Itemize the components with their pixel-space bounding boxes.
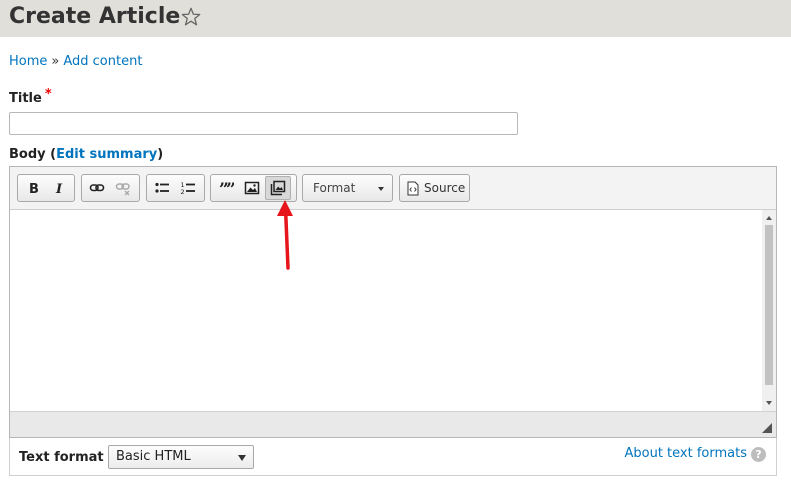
editor-toolbar: B I 1 2 ” Format Source <box>10 167 776 210</box>
blockquote-button[interactable]: ” ” <box>213 176 239 200</box>
editor-scrollbar[interactable] <box>762 210 776 411</box>
edit-summary-link[interactable]: Edit summary <box>56 147 157 162</box>
required-marker: * <box>44 87 52 102</box>
media-embed-icon <box>270 180 286 196</box>
source-button[interactable]: Source <box>399 174 470 202</box>
editor-status-bar <box>10 411 776 437</box>
numbered-list-button[interactable]: 1 2 <box>175 176 201 200</box>
editor-content-area[interactable] <box>10 210 776 411</box>
link-button[interactable] <box>84 176 110 200</box>
breadcrumb-add-content-link[interactable]: Add content <box>63 54 142 69</box>
red-arrow-annotation <box>277 200 293 270</box>
source-button-label: Source <box>424 181 466 195</box>
toolbar-group-media: ” ” <box>210 174 297 202</box>
toolbar-group-lists: 1 2 <box>146 174 205 202</box>
page-title: Create Article <box>9 4 181 29</box>
scroll-up-arrow-icon[interactable] <box>766 216 772 220</box>
blockquote-icon: ” ” <box>219 180 234 196</box>
help-icon[interactable]: ? <box>751 447 766 462</box>
title-label-text: Title <box>9 91 42 106</box>
text-format-select[interactable]: Basic HTML <box>108 445 254 469</box>
toolbar-group-links <box>81 174 140 202</box>
resize-handle-icon[interactable] <box>762 423 772 433</box>
svg-text:B: B <box>29 182 39 195</box>
body-close-paren: ) <box>157 147 164 162</box>
italic-icon: I <box>55 182 63 195</box>
text-format-selected: Basic HTML <box>116 449 191 464</box>
svg-text:I: I <box>55 182 63 195</box>
scroll-down-arrow-icon[interactable] <box>766 401 772 405</box>
title-field-label: Title * <box>9 87 52 106</box>
unlink-icon <box>115 183 130 196</box>
bold-icon: B <box>29 182 39 195</box>
bulleted-list-icon <box>155 182 169 193</box>
text-format-label: Text format <box>19 450 104 465</box>
body-label-text: Body <box>9 147 46 162</box>
source-icon <box>407 181 419 195</box>
link-icon <box>89 184 105 192</box>
page-header: Create Article <box>0 0 791 37</box>
image-icon <box>244 181 260 195</box>
rich-text-editor: B I 1 2 ” Format Source <box>9 166 777 438</box>
toolbar-group-basic: B I <box>17 174 75 202</box>
chevron-down-icon <box>378 187 384 191</box>
bold-button[interactable]: B <box>20 176 46 200</box>
breadcrumb-home-link[interactable]: Home <box>9 54 47 69</box>
svg-text:2: 2 <box>181 188 185 196</box>
bulleted-list-button[interactable] <box>149 176 175 200</box>
breadcrumb: Home » Add content <box>9 54 142 69</box>
title-input[interactable] <box>9 112 518 135</box>
numbered-list-icon: 1 2 <box>181 181 195 196</box>
breadcrumb-separator: » <box>51 54 60 69</box>
scroll-thumb[interactable] <box>765 225 773 385</box>
format-dropdown-label: Format <box>313 181 356 195</box>
media-embed-button[interactable] <box>265 176 291 200</box>
about-text-formats-link[interactable]: About text formats <box>624 446 747 461</box>
italic-button[interactable]: I <box>46 176 72 200</box>
text-format-bar: Text format Basic HTML About text format… <box>9 438 777 476</box>
format-dropdown[interactable]: Format <box>302 174 393 202</box>
star-outline-icon[interactable] <box>180 6 202 28</box>
chevron-down-icon <box>238 455 246 461</box>
unlink-button[interactable] <box>110 176 136 200</box>
image-button[interactable] <box>239 176 265 200</box>
body-field-label: Body (Edit summary) <box>9 147 163 162</box>
svg-text:”: ” <box>226 180 234 196</box>
